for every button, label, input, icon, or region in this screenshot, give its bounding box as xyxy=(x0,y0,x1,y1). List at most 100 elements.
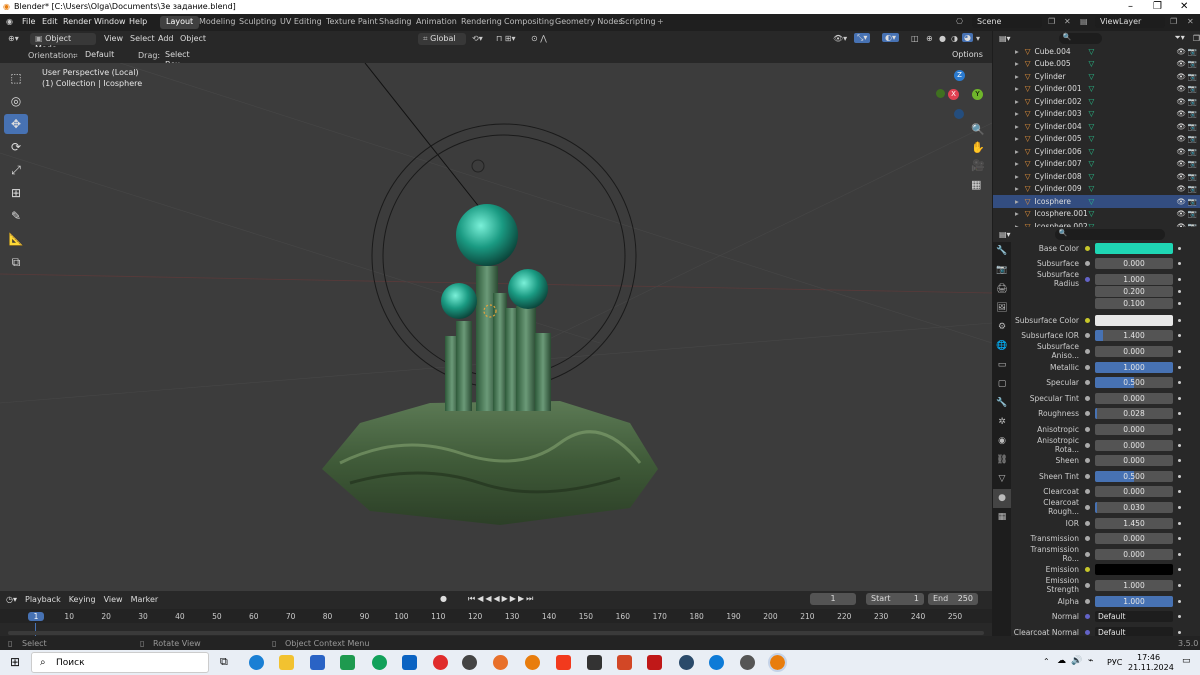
link-dot-icon[interactable] xyxy=(1178,301,1181,305)
outliner-item[interactable]: ▸ ▽ Cube.005 ▽ 👁 📷 xyxy=(993,58,1200,71)
expand-arrow-icon[interactable]: ▸ xyxy=(1015,72,1019,81)
outliner-item[interactable]: ▸ ▽ Cylinder ▽ 👁 📷 xyxy=(993,70,1200,83)
blender-taskbar-icon-1[interactable] xyxy=(525,655,540,670)
link-dot-icon[interactable] xyxy=(1178,459,1181,463)
view-layer-selector[interactable]: ViewLayer xyxy=(1095,16,1165,28)
outliner-item[interactable]: ▸ ▽ Cylinder.001 ▽ 👁 📷 xyxy=(993,83,1200,96)
visibility-eye-icon[interactable]: 👁 xyxy=(1176,172,1186,181)
visibility-eye-icon[interactable]: 👁 xyxy=(1176,197,1186,206)
delete-view-layer-icon[interactable]: ✕ xyxy=(1187,17,1194,26)
property-value-field[interactable]: 0.500 xyxy=(1095,470,1173,482)
link-dot-icon[interactable] xyxy=(1178,381,1181,385)
socket-dot-icon[interactable] xyxy=(1085,614,1090,620)
socket-dot-icon[interactable] xyxy=(1085,317,1090,323)
y-axis-handle[interactable]: Y xyxy=(972,89,983,100)
tray-cloud-icon[interactable]: ☁ xyxy=(1057,656,1066,666)
property-value-field[interactable]: 0.500 xyxy=(1095,377,1173,389)
view-layer-tab-icon[interactable]: 🖼 xyxy=(993,299,1011,318)
property-value-field[interactable]: 0.000 xyxy=(1095,548,1173,560)
link-dot-icon[interactable] xyxy=(1178,630,1181,634)
socket-dot-icon[interactable] xyxy=(1085,411,1090,417)
link-dot-icon[interactable] xyxy=(1178,349,1181,353)
shading-options-icon[interactable]: ▾ xyxy=(976,34,980,43)
outliner-editor-icon[interactable]: ▤▾ xyxy=(999,34,1011,43)
z-axis-handle[interactable]: Z xyxy=(954,70,965,81)
rotate-tool-icon[interactable]: ⟳ xyxy=(4,137,28,157)
app-icon-3[interactable] xyxy=(462,655,477,670)
link-dot-icon[interactable] xyxy=(1178,427,1181,431)
link-dot-icon[interactable] xyxy=(1178,262,1181,266)
playback-controls[interactable]: ⏮◀◀◀▶▶▶⏭ xyxy=(468,594,535,604)
property-value-field[interactable]: 0.000 xyxy=(1095,533,1173,545)
link-dot-icon[interactable] xyxy=(1178,412,1181,416)
scene-tab-icon[interactable]: ⚙ xyxy=(993,318,1011,337)
visibility-eye-icon[interactable]: 👁 xyxy=(1176,97,1186,106)
menu-timeline-view[interactable]: View xyxy=(104,595,123,604)
material-shading-icon[interactable]: ◑ xyxy=(951,34,958,43)
menu-edit[interactable]: Edit xyxy=(42,17,58,26)
menu-playback[interactable]: Playback xyxy=(25,595,61,604)
modifier-tab-icon[interactable]: 🔧 xyxy=(993,394,1011,413)
menu-marker[interactable]: Marker xyxy=(131,595,159,604)
current-frame-field[interactable]: 1 xyxy=(810,593,856,605)
expand-arrow-icon[interactable]: ▸ xyxy=(1015,84,1019,93)
navigation-gizmo[interactable]: Z Y X xyxy=(936,68,986,123)
render-camera-icon[interactable]: 📷 xyxy=(1188,97,1197,106)
socket-dot-icon[interactable] xyxy=(1085,536,1090,542)
explorer-icon[interactable] xyxy=(279,655,294,670)
overlay-toggle-icon[interactable]: ◐▾ xyxy=(882,33,899,42)
proportional-edit-icon[interactable]: ⊙ ⋀ xyxy=(531,34,547,43)
expand-arrow-icon[interactable]: ▸ xyxy=(1015,122,1019,131)
socket-dot-icon[interactable] xyxy=(1085,504,1090,510)
socket-dot-icon[interactable] xyxy=(1085,426,1090,432)
render-camera-icon[interactable]: 📷 xyxy=(1188,172,1197,181)
move-tool-icon[interactable]: ✥ xyxy=(4,114,28,134)
property-value-field[interactable]: 0.000 xyxy=(1095,392,1173,404)
delete-scene-icon[interactable]: ✕ xyxy=(1064,17,1071,26)
collection-tab-icon[interactable]: ▭ xyxy=(993,356,1011,375)
socket-dot-icon[interactable] xyxy=(1085,582,1090,588)
link-dot-icon[interactable] xyxy=(1178,583,1181,587)
app-icon-1[interactable] xyxy=(340,655,355,670)
language-indicator[interactable]: РУС xyxy=(1107,658,1122,667)
socket-dot-icon[interactable] xyxy=(1085,598,1090,604)
add-workspace-icon[interactable]: + xyxy=(657,17,664,26)
menu-select[interactable]: Select xyxy=(130,34,155,43)
visibility-eye-icon[interactable]: 👁 xyxy=(1176,122,1186,131)
snap-icon[interactable]: ⊓ ⊞▾ xyxy=(496,34,516,43)
link-dot-icon[interactable] xyxy=(1178,396,1181,400)
network-icon[interactable]: ⌁ xyxy=(1088,656,1093,666)
texture-tab-icon[interactable]: ▦ xyxy=(993,508,1011,527)
menu-render[interactable]: Render xyxy=(63,17,91,26)
yandex-browser-icon[interactable] xyxy=(556,655,571,670)
visibility-eye-icon[interactable]: 👁 xyxy=(1176,134,1186,143)
pivot-icon[interactable]: ⟲▾ xyxy=(472,34,483,43)
output-tab-icon[interactable]: 🖨 xyxy=(993,280,1011,299)
neg-z-axis-handle[interactable] xyxy=(954,109,964,119)
socket-dot-icon[interactable] xyxy=(1085,333,1090,339)
expand-arrow-icon[interactable]: ▸ xyxy=(1015,109,1019,118)
link-dot-icon[interactable] xyxy=(1178,365,1181,369)
outliner-item[interactable]: ▸ ▽ Cylinder.009 ▽ 👁 📷 xyxy=(993,183,1200,196)
socket-dot-icon[interactable] xyxy=(1085,567,1090,573)
transform-orientation-selector[interactable]: ⌗ Global xyxy=(418,33,466,45)
close-icon[interactable]: ✕ xyxy=(1180,1,1188,12)
volume-icon[interactable]: 🔊 xyxy=(1071,656,1082,666)
particles-tab-icon[interactable]: ✲ xyxy=(993,413,1011,432)
menu-window[interactable]: Window xyxy=(94,17,126,26)
expand-arrow-icon[interactable]: ▸ xyxy=(1015,209,1019,218)
orientation-selector[interactable]: Default xyxy=(80,49,130,61)
app-icon-7[interactable] xyxy=(709,655,724,670)
view-layer-icon[interactable]: ▤ xyxy=(1080,17,1088,26)
outliner-item[interactable]: ▸ ▽ Cylinder.008 ▽ 👁 📷 xyxy=(993,170,1200,183)
render-tab-icon[interactable]: 📷 xyxy=(993,261,1011,280)
expand-arrow-icon[interactable]: ▸ xyxy=(1015,172,1019,181)
menu-add[interactable]: Add xyxy=(158,34,174,43)
camera-view-icon[interactable]: 🎥 xyxy=(971,159,985,172)
world-tab-icon[interactable]: 🌐 xyxy=(993,337,1011,356)
color-swatch[interactable] xyxy=(1095,242,1173,254)
tool-tab-icon[interactable]: 🔧 xyxy=(993,242,1011,261)
visibility-eye-icon[interactable]: 👁 xyxy=(1176,147,1186,156)
render-camera-icon[interactable]: 📷 xyxy=(1188,159,1197,168)
socket-dot-icon[interactable] xyxy=(1085,629,1090,635)
